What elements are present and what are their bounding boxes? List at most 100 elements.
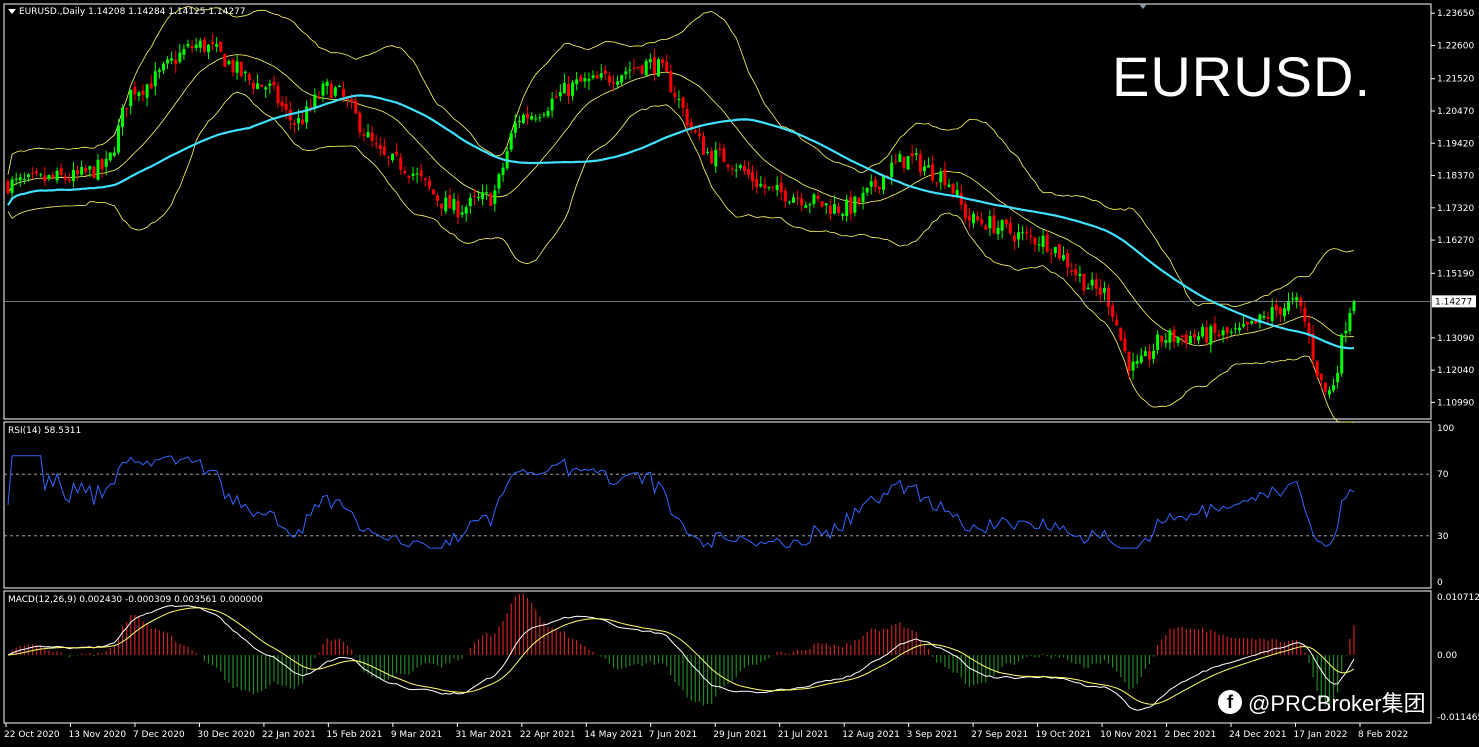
candle-body [35, 171, 39, 174]
candle-body [673, 92, 677, 97]
candle-body [1094, 279, 1098, 289]
candle-body [6, 181, 10, 194]
candle-body [861, 192, 865, 202]
x-tick-label: 31 Mar 2021 [455, 730, 512, 740]
candle-body [448, 195, 452, 209]
rsi-tick-label: 70 [1437, 470, 1449, 480]
rsi-panel-frame [3, 421, 1432, 589]
candle-body [202, 39, 206, 52]
candle-body [43, 175, 47, 182]
candle-body [1319, 373, 1323, 380]
candle-body [591, 75, 595, 78]
candle-body [235, 61, 239, 73]
dropdown-triangle-icon[interactable] [8, 9, 16, 14]
candle-body [268, 83, 272, 86]
candle-body [980, 219, 984, 224]
candle-body [346, 98, 350, 100]
candle-body [305, 106, 309, 123]
candle-body [1053, 247, 1057, 254]
candle-body [939, 171, 943, 183]
candle-body [1217, 334, 1221, 337]
candle-body [292, 122, 296, 125]
candle-body [182, 49, 186, 55]
candle-body [751, 171, 755, 182]
candle-body [284, 103, 288, 110]
current-price-label: 1.14277 [1435, 297, 1472, 307]
candle-body [1160, 335, 1164, 343]
candle-body [362, 134, 366, 136]
candle-body [787, 201, 791, 203]
candle-body [988, 216, 992, 229]
candle-body [481, 192, 485, 200]
candle-body [374, 143, 378, 145]
candle-body [693, 130, 697, 133]
candle-body [1262, 316, 1266, 318]
candle-body [1188, 335, 1192, 344]
macd-histogram-group [11, 593, 1355, 707]
candle-body [1176, 337, 1180, 343]
candle-body [624, 71, 628, 75]
candle-body [710, 150, 714, 164]
shift-marker-icon [1139, 4, 1147, 9]
candle-body [485, 192, 489, 194]
candle-body [39, 174, 43, 176]
symbol-header[interactable]: EURUSD.,Daily 1.14208 1.14284 1.14125 1.… [8, 7, 246, 17]
candle-body [1352, 301, 1356, 312]
candle-body [67, 179, 71, 181]
candle-body [869, 181, 873, 187]
candle-body [1147, 351, 1151, 360]
candle-body [620, 75, 624, 83]
candle-body [1225, 327, 1229, 334]
candle-body [1111, 305, 1115, 317]
candle-body [521, 114, 525, 123]
candle-body [1336, 372, 1340, 383]
candle-body [571, 82, 575, 96]
x-tick-label: 24 Dec 2021 [1229, 730, 1287, 740]
candle-body [648, 59, 652, 63]
candle-body [1197, 336, 1201, 341]
candle-body [464, 207, 468, 214]
candle-body [877, 186, 881, 190]
candle-body [890, 162, 894, 177]
candle-body [943, 169, 947, 186]
candle-body [22, 178, 26, 180]
candle-body [125, 107, 129, 109]
candle-body [382, 146, 386, 155]
candle-body [489, 193, 493, 206]
candle-body [526, 114, 530, 119]
candle-body [706, 151, 710, 154]
candle-body [296, 118, 300, 124]
candle-body [370, 132, 374, 141]
candle-body [1323, 382, 1327, 392]
x-tick-label: 3 Sep 2021 [907, 730, 958, 740]
x-tick-label: 14 May 2021 [584, 730, 643, 740]
macd-signal-line [7, 607, 1355, 705]
candle-body [276, 85, 280, 104]
candle-body [1205, 327, 1209, 343]
candle-body [1303, 307, 1307, 322]
price-tick-label: 1.23650 [1437, 9, 1474, 19]
candle-body [632, 67, 636, 69]
x-tick-label: 2 Dec 2021 [1165, 730, 1217, 740]
candle-body [1131, 361, 1135, 371]
overlay-title: EURUSD. [1112, 45, 1372, 108]
candle-body [1078, 273, 1082, 276]
macd-tick-label: 0.00 [1437, 651, 1457, 661]
candle-body [796, 197, 800, 199]
candle-body [1102, 288, 1106, 293]
candle-body [354, 100, 358, 114]
candle-body [1057, 244, 1061, 259]
candle-body [841, 213, 845, 216]
macd-header: MACD(12,26,9) 0.002430 -0.000309 0.00356… [8, 595, 263, 605]
candle-body [456, 200, 460, 218]
x-tick-label: 21 Jul 2021 [778, 730, 829, 740]
candle-body [272, 81, 276, 86]
candle-body [1315, 361, 1319, 377]
candle-body [1074, 269, 1078, 275]
candle-body [1049, 253, 1053, 255]
candle-body [857, 198, 861, 203]
x-tick-label: 27 Sep 2021 [971, 730, 1028, 740]
candle-body [55, 170, 59, 181]
candle-body [395, 151, 399, 155]
candle-body [386, 156, 390, 158]
